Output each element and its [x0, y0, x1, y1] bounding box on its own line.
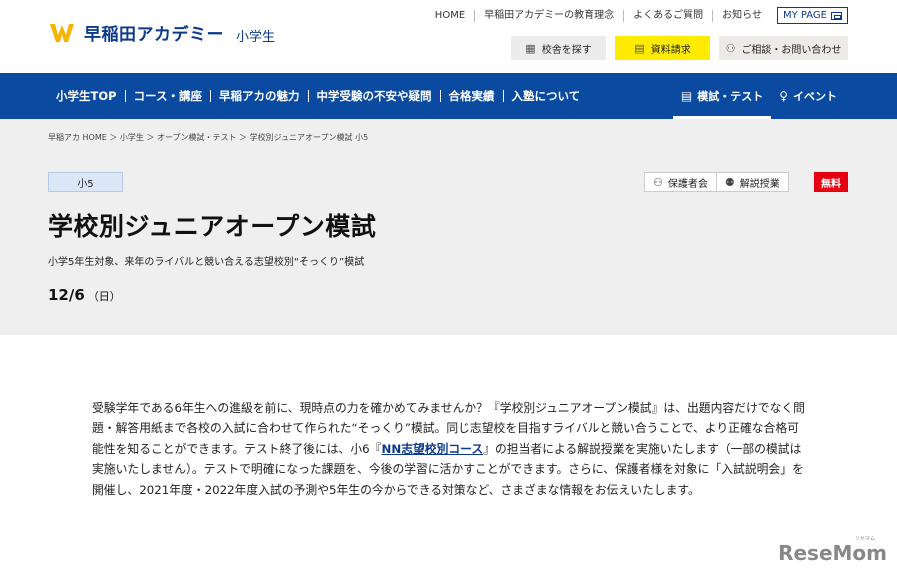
page-title: 学校別ジュニアオープン模試	[48, 212, 377, 241]
nav-item-faq[interactable]: 中学受験の不安や疑問	[307, 90, 440, 102]
microphone-icon: ♀	[779, 89, 788, 103]
tag-explanation-class: ⚉ 解説授業	[716, 172, 789, 192]
find-school-button[interactable]: ▦ 校舎を探す	[511, 36, 606, 60]
site-logo[interactable]: 早稲田アカデミー 小学生	[48, 20, 275, 45]
request-materials-label: 資料請求	[650, 44, 691, 56]
building-icon: ▦	[525, 41, 536, 55]
feature-tags: ⚇ 保護者会 ⚉ 解説授業	[644, 172, 789, 192]
nav-item-top[interactable]: 小学生TOP	[56, 90, 125, 102]
event-date: 12/6 （日）	[48, 286, 121, 304]
free-badge: 無料	[814, 172, 848, 192]
nav-item-events[interactable]: ♀ イベント	[771, 73, 845, 119]
tag-parents-label: 保護者会	[667, 178, 708, 190]
page-subtitle: 小学5年生対象、来年のライバルと競い合える志望校別“そっくり”模試	[48, 257, 365, 268]
header-action-buttons: ▦ 校舎を探す ▤ 資料請求 ⚇ ご相談・お問い合わせ	[511, 36, 848, 60]
nav-exams-label: 模試・テスト	[697, 90, 764, 103]
nav-item-exams[interactable]: ▤ 模試・テスト	[672, 73, 772, 119]
resemom-watermark: ReseMom	[778, 541, 887, 565]
event-day-of-week: （日）	[87, 290, 121, 303]
global-nav: 小学生TOP コース・講座 早稲アカの魅力 中学受験の不安や疑問 合格実績 入塾…	[0, 73, 897, 119]
mypage-button[interactable]: MY PAGE	[776, 7, 848, 24]
consult-label: ご相談・お問い合わせ	[741, 44, 842, 56]
util-link-philosophy[interactable]: 早稲田アカデミーの教育理念	[474, 9, 623, 22]
find-school-label: 校舎を探す	[541, 44, 592, 56]
logo-subtitle: 小学生	[236, 30, 276, 45]
breadcrumb[interactable]: 早稲アカ HOME ＞ 小学生 ＞ オープン模試・テスト ＞ 学校別ジュニアオー…	[48, 132, 368, 143]
util-link-faq[interactable]: よくあるご質問	[623, 9, 712, 22]
grade-badge: 小5	[48, 172, 123, 192]
event-hero: 早稲アカ HOME ＞ 小学生 ＞ オープン模試・テスト ＞ 学校別ジュニアオー…	[0, 119, 897, 335]
consult-button[interactable]: ⚇ ご相談・お問い合わせ	[719, 36, 848, 60]
document-icon: ▤	[634, 41, 645, 55]
nav-menu: 小学生TOP コース・講座 早稲アカの魅力 中学受験の不安や疑問 合格実績 入塾…	[56, 90, 588, 102]
nn-course-link[interactable]: NN志望校別コース	[381, 442, 483, 456]
people-icon: ⚇	[653, 175, 663, 189]
nav-item-courses[interactable]: コース・講座	[124, 90, 210, 102]
logo-mark-icon	[48, 22, 78, 44]
utility-links: HOME 早稲田アカデミーの教育理念 よくあるご質問 お知らせ MY PAGE	[426, 7, 848, 24]
tag-lecture-label: 解説授業	[739, 178, 780, 190]
person-icon: ⚇	[725, 41, 736, 55]
nav-right: ▤ 模試・テスト ♀ イベント	[672, 73, 845, 119]
util-link-home[interactable]: HOME	[426, 10, 474, 22]
logo-text: 早稲田アカデミー	[84, 25, 224, 45]
teacher-icon: ⚉	[724, 175, 735, 189]
clipboard-icon: ▤	[680, 89, 693, 103]
nav-item-appeal[interactable]: 早稲アカの魅力	[210, 90, 308, 102]
description-text: 受験学年である6年生への進級を前に、現時点の力を確かめてみませんか？『学校別ジュ…	[92, 398, 808, 500]
mypage-label: MY PAGE	[782, 10, 827, 21]
request-materials-button[interactable]: ▤ 資料請求	[615, 36, 710, 60]
window-icon	[831, 11, 842, 20]
tag-parents-meeting: ⚇ 保護者会	[644, 172, 717, 192]
nav-item-enrollment[interactable]: 入塾について	[502, 90, 589, 102]
nav-events-label: イベント	[793, 90, 837, 103]
event-date-value: 12/6	[48, 286, 85, 304]
nav-item-results[interactable]: 合格実績	[439, 90, 503, 102]
util-link-news[interactable]: お知らせ	[712, 9, 771, 22]
site-header: 早稲田アカデミー 小学生 HOME 早稲田アカデミーの教育理念 よくあるご質問 …	[0, 0, 897, 73]
